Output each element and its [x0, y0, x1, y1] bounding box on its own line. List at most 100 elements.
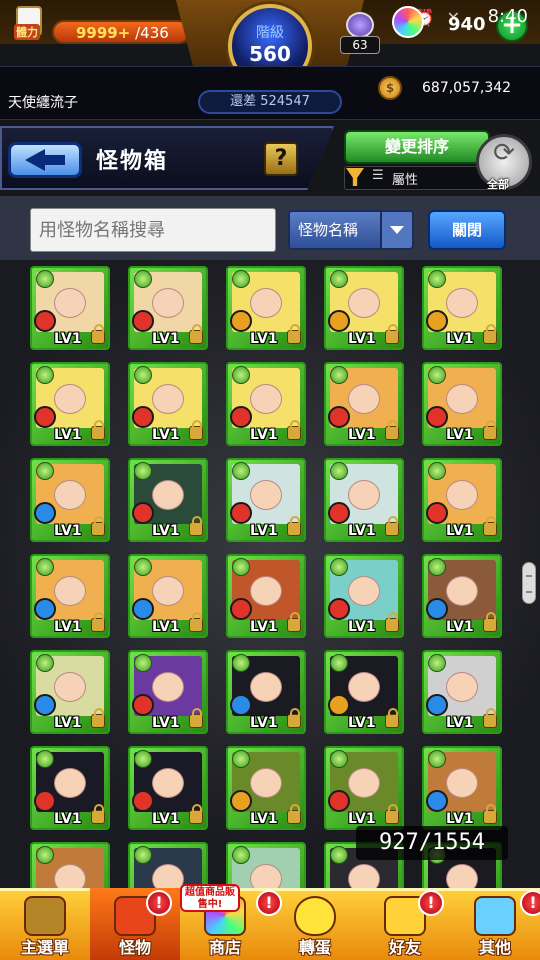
monster-card[interactable]: LV1: [324, 746, 404, 830]
filter-label: 屬性: [392, 173, 419, 188]
monster-card[interactable]: LV1: [30, 746, 110, 830]
lock-icon: [91, 612, 105, 632]
favorite-icon: [428, 366, 446, 384]
nav-item-3[interactable]: 轉蛋: [270, 888, 360, 960]
fire-element-icon: [230, 598, 252, 620]
monster-card[interactable]: LV1: [30, 266, 110, 350]
favorite-icon: [134, 366, 152, 384]
lock-icon: [91, 708, 105, 728]
fire-element-icon: [132, 310, 154, 332]
nav-item-0[interactable]: 主選單: [0, 888, 90, 960]
sort-button[interactable]: 變更排序: [344, 130, 490, 164]
nav-item-1[interactable]: 怪物!: [90, 888, 180, 960]
monster-card[interactable]: LV1: [226, 746, 306, 830]
monster-level: LV1: [348, 811, 376, 827]
monster-card[interactable]: LV1: [422, 650, 502, 734]
favorite-icon: [330, 558, 348, 576]
username: 天使纏流子: [8, 95, 78, 111]
monster-card[interactable]: LV1: [226, 362, 306, 446]
wood-element-icon: [230, 310, 252, 332]
monster-level: LV1: [446, 715, 474, 731]
monster-level: LV1: [152, 811, 180, 827]
monster-card[interactable]: LV1: [422, 746, 502, 830]
water-element-icon: [132, 598, 154, 620]
favorite-icon: [330, 654, 348, 672]
monster-face: [152, 288, 184, 318]
favorite-icon: [134, 750, 152, 768]
favorite-icon: [232, 366, 250, 384]
monster-card[interactable]: LV1: [324, 554, 404, 638]
monster-face: [250, 576, 282, 606]
monster-card[interactable]: LV1: [422, 362, 502, 446]
fire-element-icon: [132, 502, 154, 524]
monster-face: [152, 768, 184, 798]
close-button[interactable]: 關閉: [428, 210, 506, 250]
back-button[interactable]: [8, 142, 82, 178]
monster-card[interactable]: [128, 842, 208, 888]
monster-card[interactable]: LV1: [30, 458, 110, 542]
lock-icon: [287, 612, 301, 632]
monster-card[interactable]: LV1: [128, 266, 208, 350]
nav-label: 商店: [208, 938, 241, 957]
favorite-icon: [232, 654, 250, 672]
monster-face: [446, 288, 478, 318]
monster-card[interactable]: [226, 842, 306, 888]
monster-card[interactable]: LV1: [422, 458, 502, 542]
monster-level: LV1: [54, 331, 82, 347]
lock-icon: [287, 420, 301, 440]
search-input[interactable]: [30, 208, 276, 252]
monster-level: LV1: [446, 619, 474, 635]
fire-element-icon: [426, 406, 448, 428]
mini-orb-icon: [346, 12, 374, 38]
nav-item-5[interactable]: 其他!: [450, 888, 540, 960]
monster-card[interactable]: LV1: [324, 362, 404, 446]
monster-card[interactable]: LV1: [30, 362, 110, 446]
monster-grid: LV1 LV1 LV1 LV1 LV1 LV1 LV1 LV1 LV1 LV1 LV1 LV1 LV1 L…: [0, 260, 540, 888]
monster-card[interactable]: LV1: [128, 554, 208, 638]
monster-card[interactable]: LV1: [30, 554, 110, 638]
fire-element-icon: [328, 502, 350, 524]
monster-card[interactable]: LV1: [226, 650, 306, 734]
favorite-icon: [232, 750, 250, 768]
nav-item-4[interactable]: 好友!: [360, 888, 450, 960]
fire-element-icon: [132, 694, 154, 716]
scrollbar-thumb[interactable]: [522, 562, 536, 604]
lock-icon: [189, 708, 203, 728]
sort-list-icon: ☰: [372, 168, 384, 183]
monster-card[interactable]: LV1: [30, 650, 110, 734]
fire-element-icon: [328, 598, 350, 620]
monster-card[interactable]: LV1: [422, 266, 502, 350]
monster-level: LV1: [446, 523, 474, 539]
monster-card[interactable]: LV1: [128, 458, 208, 542]
monster-card[interactable]: LV1: [324, 650, 404, 734]
monster-face: [250, 672, 282, 702]
monster-card[interactable]: [30, 842, 110, 888]
help-button[interactable]: ?: [264, 142, 298, 176]
fire-element-icon: [132, 790, 154, 812]
monster-face: [250, 864, 282, 888]
monster-face: [348, 576, 380, 606]
water-element-icon: [230, 694, 252, 716]
monster-level: LV1: [152, 619, 180, 635]
favorite-icon: [36, 846, 54, 864]
water-element-icon: [34, 502, 56, 524]
lock-icon: [385, 708, 399, 728]
monster-card[interactable]: LV1: [422, 554, 502, 638]
monster-card[interactable]: LV1: [128, 746, 208, 830]
egg-icon: [294, 896, 336, 936]
water-element-icon: [426, 694, 448, 716]
monster-card[interactable]: LV1: [128, 362, 208, 446]
monster-face: [54, 480, 86, 510]
monster-card[interactable]: LV1: [324, 458, 404, 542]
monster-face: [446, 768, 478, 798]
monster-card[interactable]: LV1: [324, 266, 404, 350]
all-label: 全部: [487, 178, 509, 191]
nav-label: 其他: [478, 938, 511, 957]
water-element-icon: [34, 694, 56, 716]
favorite-icon: [428, 462, 446, 480]
monster-card[interactable]: LV1: [226, 554, 306, 638]
lock-icon: [287, 324, 301, 344]
monster-card[interactable]: LV1: [128, 650, 208, 734]
monster-card[interactable]: LV1: [226, 266, 306, 350]
monster-card[interactable]: LV1: [226, 458, 306, 542]
